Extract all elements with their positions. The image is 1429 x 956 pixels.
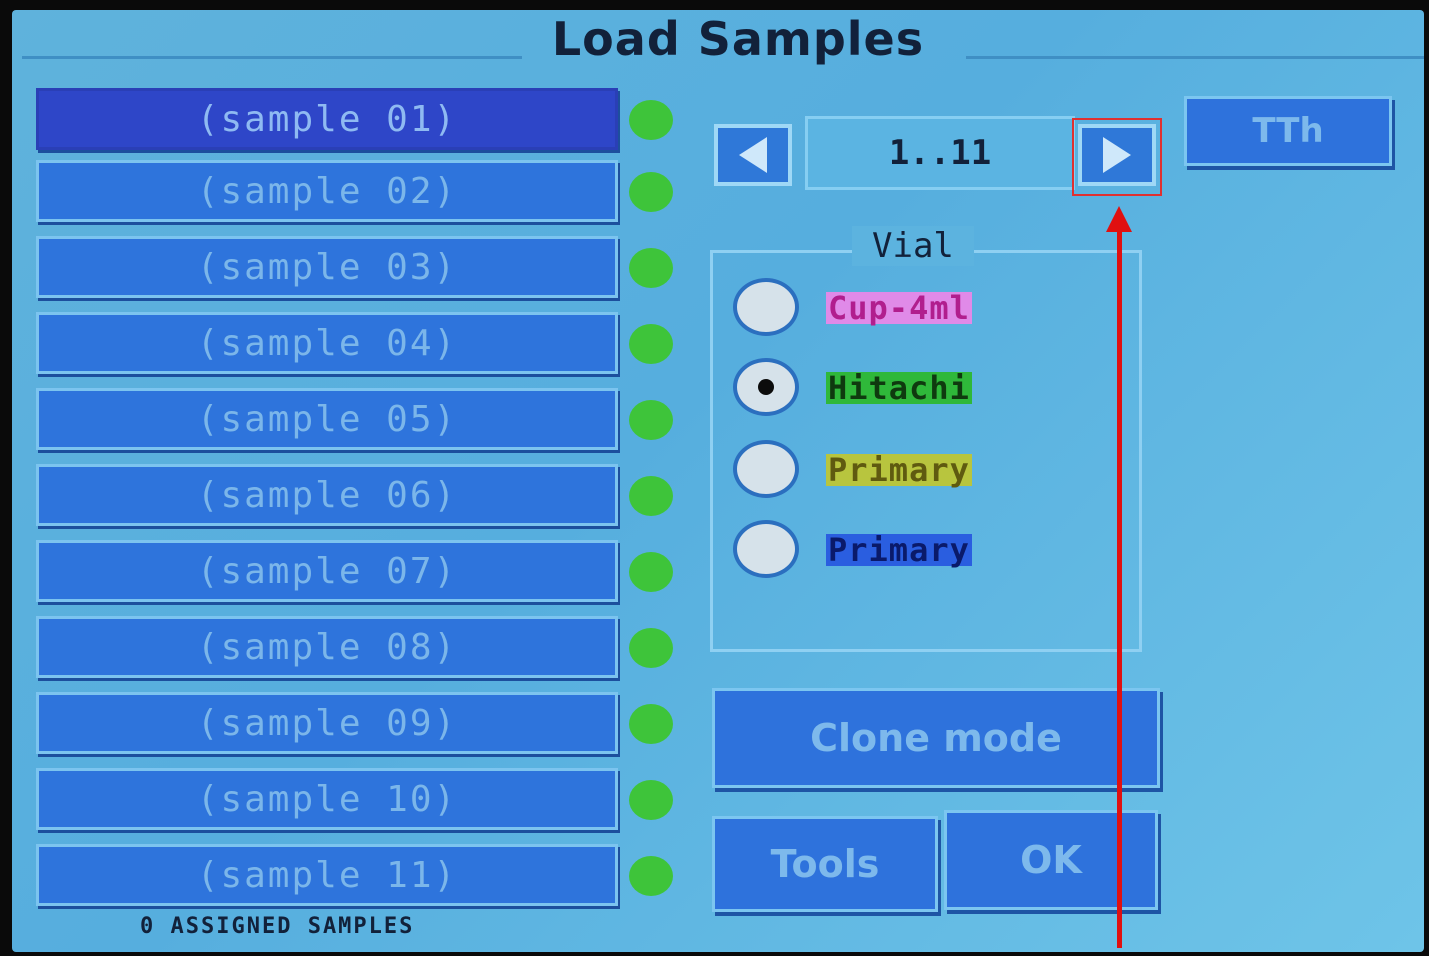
sample-label: (sample 03) xyxy=(196,246,458,288)
sample-status-dot xyxy=(629,172,673,212)
sample-label: (sample 08) xyxy=(196,626,458,668)
sample-status-dot xyxy=(629,552,673,592)
vial-option-label[interactable]: Cup-4ml xyxy=(826,292,972,324)
sample-label: (sample 09) xyxy=(196,702,458,744)
radio-selected-dot xyxy=(758,379,774,395)
sample-row[interactable]: (sample 04) xyxy=(36,312,618,374)
assigned-samples-status: 0 ASSIGNED SAMPLES xyxy=(140,914,415,939)
sample-row[interactable]: (sample 08) xyxy=(36,616,618,678)
tools-button[interactable]: Tools xyxy=(712,816,938,912)
tth-button[interactable]: TTh xyxy=(1184,96,1392,166)
title-rule-right xyxy=(966,56,1424,59)
sample-status-dot xyxy=(629,856,673,896)
ok-button[interactable]: OK xyxy=(944,810,1158,910)
vial-radio-3[interactable] xyxy=(733,440,799,498)
sample-row[interactable]: (sample 01) xyxy=(36,88,618,150)
clone-mode-button[interactable]: Clone mode xyxy=(712,688,1160,788)
sample-status-dot xyxy=(629,476,673,516)
annotation-highlight-box xyxy=(1072,118,1162,196)
sample-label: (sample 06) xyxy=(196,474,458,516)
sample-status-dot xyxy=(629,248,673,288)
sample-label: (sample 10) xyxy=(196,778,458,820)
sample-label: (sample 02) xyxy=(196,170,458,212)
vial-radio-1[interactable] xyxy=(733,278,799,336)
vial-option-label[interactable]: Primary xyxy=(826,534,972,566)
sample-row[interactable]: (sample 09) xyxy=(36,692,618,754)
sample-row[interactable]: (sample 02) xyxy=(36,160,618,222)
sample-label: (sample 11) xyxy=(196,854,458,896)
vial-group-label: Vial xyxy=(852,226,974,266)
vial-option-label[interactable]: Hitachi xyxy=(826,372,972,404)
annotation-arrow-shaft xyxy=(1117,228,1122,948)
vial-radio-4[interactable] xyxy=(733,520,799,578)
triangle-left-icon xyxy=(739,137,767,173)
sample-row[interactable]: (sample 06) xyxy=(36,464,618,526)
sample-row[interactable]: (sample 10) xyxy=(36,768,618,830)
sample-row[interactable]: (sample 05) xyxy=(36,388,618,450)
title-rule-left xyxy=(22,56,522,59)
sample-label: (sample 05) xyxy=(196,398,458,440)
sample-status-dot xyxy=(629,324,673,364)
sample-status-dot xyxy=(629,400,673,440)
prev-page-button[interactable] xyxy=(714,124,792,186)
sample-status-dot xyxy=(629,780,673,820)
page-title: Load Samples xyxy=(551,12,925,66)
sample-row[interactable]: (sample 07) xyxy=(36,540,618,602)
sample-row[interactable]: (sample 03) xyxy=(36,236,618,298)
sample-status-dot xyxy=(629,100,673,140)
sample-row[interactable]: (sample 11) xyxy=(36,844,618,906)
sample-status-dot xyxy=(629,628,673,668)
vial-option-label[interactable]: Primary xyxy=(826,454,972,486)
sample-label: (sample 04) xyxy=(196,322,458,364)
sample-label: (sample 07) xyxy=(196,550,458,592)
vial-radio-2[interactable] xyxy=(733,358,799,416)
page-range-display: 1..11 xyxy=(805,116,1075,190)
sample-status-dot xyxy=(629,704,673,744)
sample-label: (sample 01) xyxy=(196,98,458,140)
